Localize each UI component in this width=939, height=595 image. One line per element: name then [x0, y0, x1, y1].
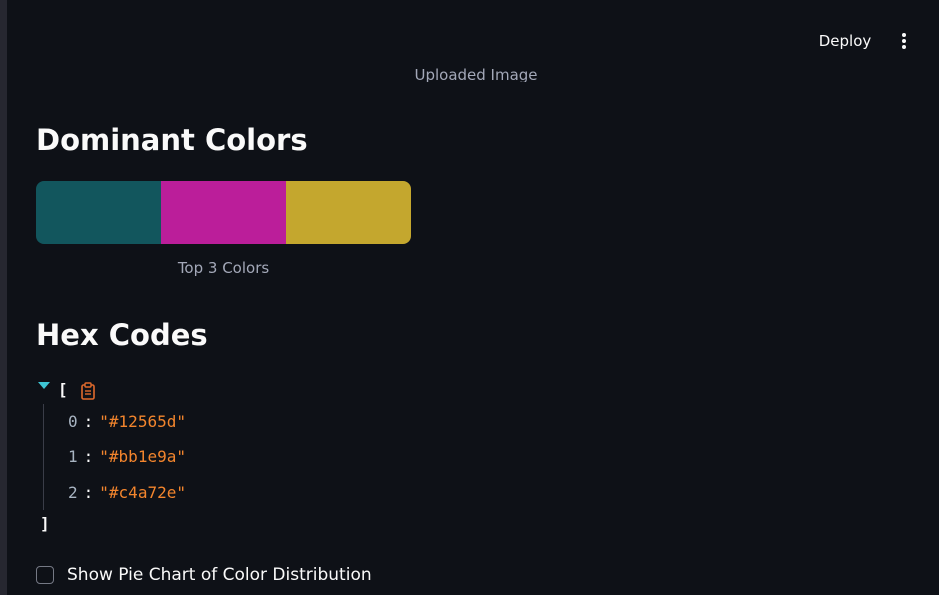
uploaded-image-caption: Uploaded Image [414, 66, 538, 82]
caret-down-icon[interactable] [38, 382, 50, 389]
json-viewer: [ 0: "#12565d" 1: "#bb1e9a" 2: "#c4a72e" ] [36, 378, 436, 538]
color-swatches [36, 181, 411, 244]
clipboard-icon[interactable] [80, 382, 96, 400]
dominant-colors-heading: Dominant Colors [36, 123, 308, 157]
pie-chart-checkbox[interactable]: Show Pie Chart of Color Distribution [36, 563, 372, 587]
sidebar-edge [0, 0, 7, 595]
json-item: 2: "#c4a72e" [68, 483, 186, 502]
color-swatch [36, 181, 161, 244]
json-value: "#c4a72e" [99, 483, 186, 502]
main-menu-button[interactable] [892, 26, 916, 56]
json-close-bracket: ] [40, 514, 50, 533]
color-swatch [286, 181, 411, 244]
color-swatch [161, 181, 286, 244]
json-value: "#12565d" [99, 412, 186, 431]
json-open-bracket: [ [58, 380, 68, 399]
json-index: 2 [68, 483, 78, 502]
json-index: 1 [68, 447, 78, 466]
checkbox-label[interactable]: Show Pie Chart of Color Distribution [67, 564, 372, 586]
json-indent-guide [43, 404, 44, 510]
deploy-button[interactable]: Deploy [808, 26, 882, 56]
json-index: 0 [68, 412, 78, 431]
hex-codes-heading: Hex Codes [36, 318, 208, 352]
checkbox-box[interactable] [36, 566, 54, 584]
json-item: 0: "#12565d" [68, 412, 186, 431]
json-value: "#bb1e9a" [99, 447, 186, 466]
json-item: 1: "#bb1e9a" [68, 447, 186, 466]
swatches-caption: Top 3 Colors [177, 259, 270, 277]
